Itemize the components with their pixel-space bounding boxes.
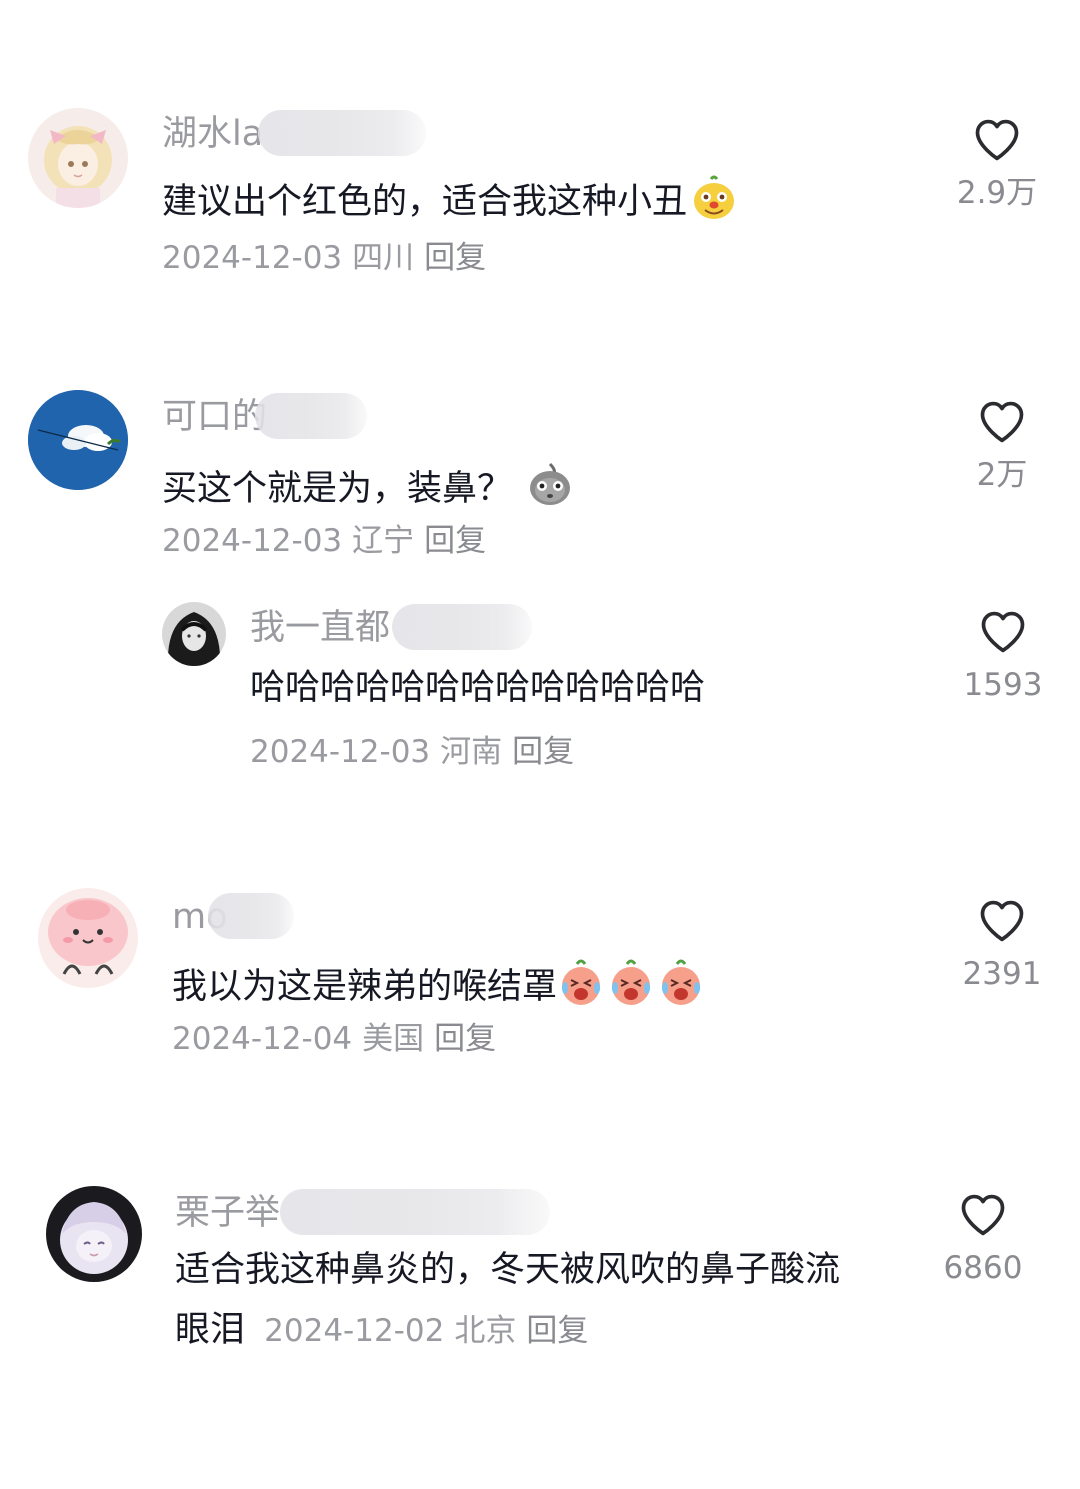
clown-face-icon: [691, 175, 737, 228]
like-count: 2.9万: [956, 175, 1038, 211]
username-redaction: [280, 1189, 550, 1235]
reply-button[interactable]: 回复: [512, 734, 574, 770]
comment-text: 哈哈哈哈哈哈哈哈哈哈哈哈哈: [250, 668, 706, 708]
user-avatar[interactable]: [46, 1186, 142, 1282]
heart-icon: [977, 606, 1029, 658]
username[interactable]: 栗子举: [175, 1196, 280, 1231]
comment-date: 2024-12-03: [250, 734, 431, 770]
comment-text: 建议出个红色的，适合我这种小丑: [162, 175, 737, 228]
comment-location: 河南: [440, 734, 503, 770]
reply-button[interactable]: 回复: [434, 1021, 496, 1057]
comment-meta: 2024-12-03 四川 回复: [162, 243, 496, 274]
like-count: 6860: [943, 1250, 1023, 1286]
reply-button[interactable]: 回复: [424, 240, 486, 276]
comment-text-content: 我以为这是辣弟的喉结罩: [172, 967, 558, 1007]
like-button[interactable]: 6860: [923, 1189, 1043, 1284]
user-avatar[interactable]: [162, 602, 226, 666]
like-count: 1593: [963, 667, 1043, 703]
comment-meta: 2024-12-03 辽宁 回复: [162, 526, 496, 557]
like-button[interactable]: 2.9万: [937, 114, 1057, 209]
comment-text-line1: 适合我这种鼻炎的，冬天被风吹的鼻子酸流: [175, 1250, 841, 1290]
username-redaction: [255, 393, 367, 439]
crying-laughing-face-icon: [559, 958, 709, 1015]
comment-location: 美国: [362, 1021, 425, 1057]
username[interactable]: 我一直都: [250, 611, 390, 646]
like-count: 2391: [962, 956, 1042, 992]
reply-button[interactable]: 回复: [526, 1313, 588, 1349]
comment-location: 辽宁: [352, 523, 415, 559]
reply-button[interactable]: 回复: [424, 523, 486, 559]
username-redaction: [392, 604, 532, 650]
heart-icon: [976, 895, 1028, 947]
comment-meta: 2024-12-02 北京 回复: [264, 1313, 598, 1349]
comment-meta: 2024-12-04 美国 回复: [172, 1024, 506, 1055]
like-count: 2万: [976, 457, 1028, 493]
username[interactable]: 湖水la: [162, 117, 263, 152]
comment-date: 2024-12-02: [264, 1313, 445, 1349]
comment-text: 买这个就是为，装鼻？: [162, 460, 574, 515]
user-avatar[interactable]: [38, 888, 138, 988]
heart-icon: [957, 1189, 1009, 1241]
username-redaction: [208, 893, 294, 939]
username-redaction: [258, 110, 426, 156]
user-avatar[interactable]: [28, 108, 128, 208]
heart-icon: [971, 114, 1023, 166]
comment-text-line2: 眼泪 2024-12-02 北京 回复: [175, 1313, 598, 1348]
user-avatar[interactable]: [28, 390, 128, 490]
comment-location: 四川: [352, 240, 415, 276]
comment-text: 我以为这是辣弟的喉结罩: [172, 958, 709, 1015]
comment-text-content: 买这个就是为，装鼻？: [162, 469, 513, 509]
comment-location: 北京: [454, 1313, 517, 1349]
comment-text-content: 建议出个红色的，适合我这种小丑: [162, 182, 688, 222]
comment-date: 2024-12-04: [172, 1021, 353, 1057]
sweating-face-icon: [526, 460, 574, 515]
comment-text-content: 眼泪: [175, 1310, 246, 1350]
like-button[interactable]: 2万: [942, 396, 1062, 491]
comment-date: 2024-12-03: [162, 523, 343, 559]
username[interactable]: 可口的: [162, 400, 267, 435]
like-button[interactable]: 1593: [943, 606, 1063, 701]
comment-date: 2024-12-03: [162, 240, 343, 276]
comment-meta: 2024-12-03 河南 回复: [250, 737, 584, 768]
like-button[interactable]: 2391: [942, 895, 1062, 990]
heart-icon: [976, 396, 1028, 448]
